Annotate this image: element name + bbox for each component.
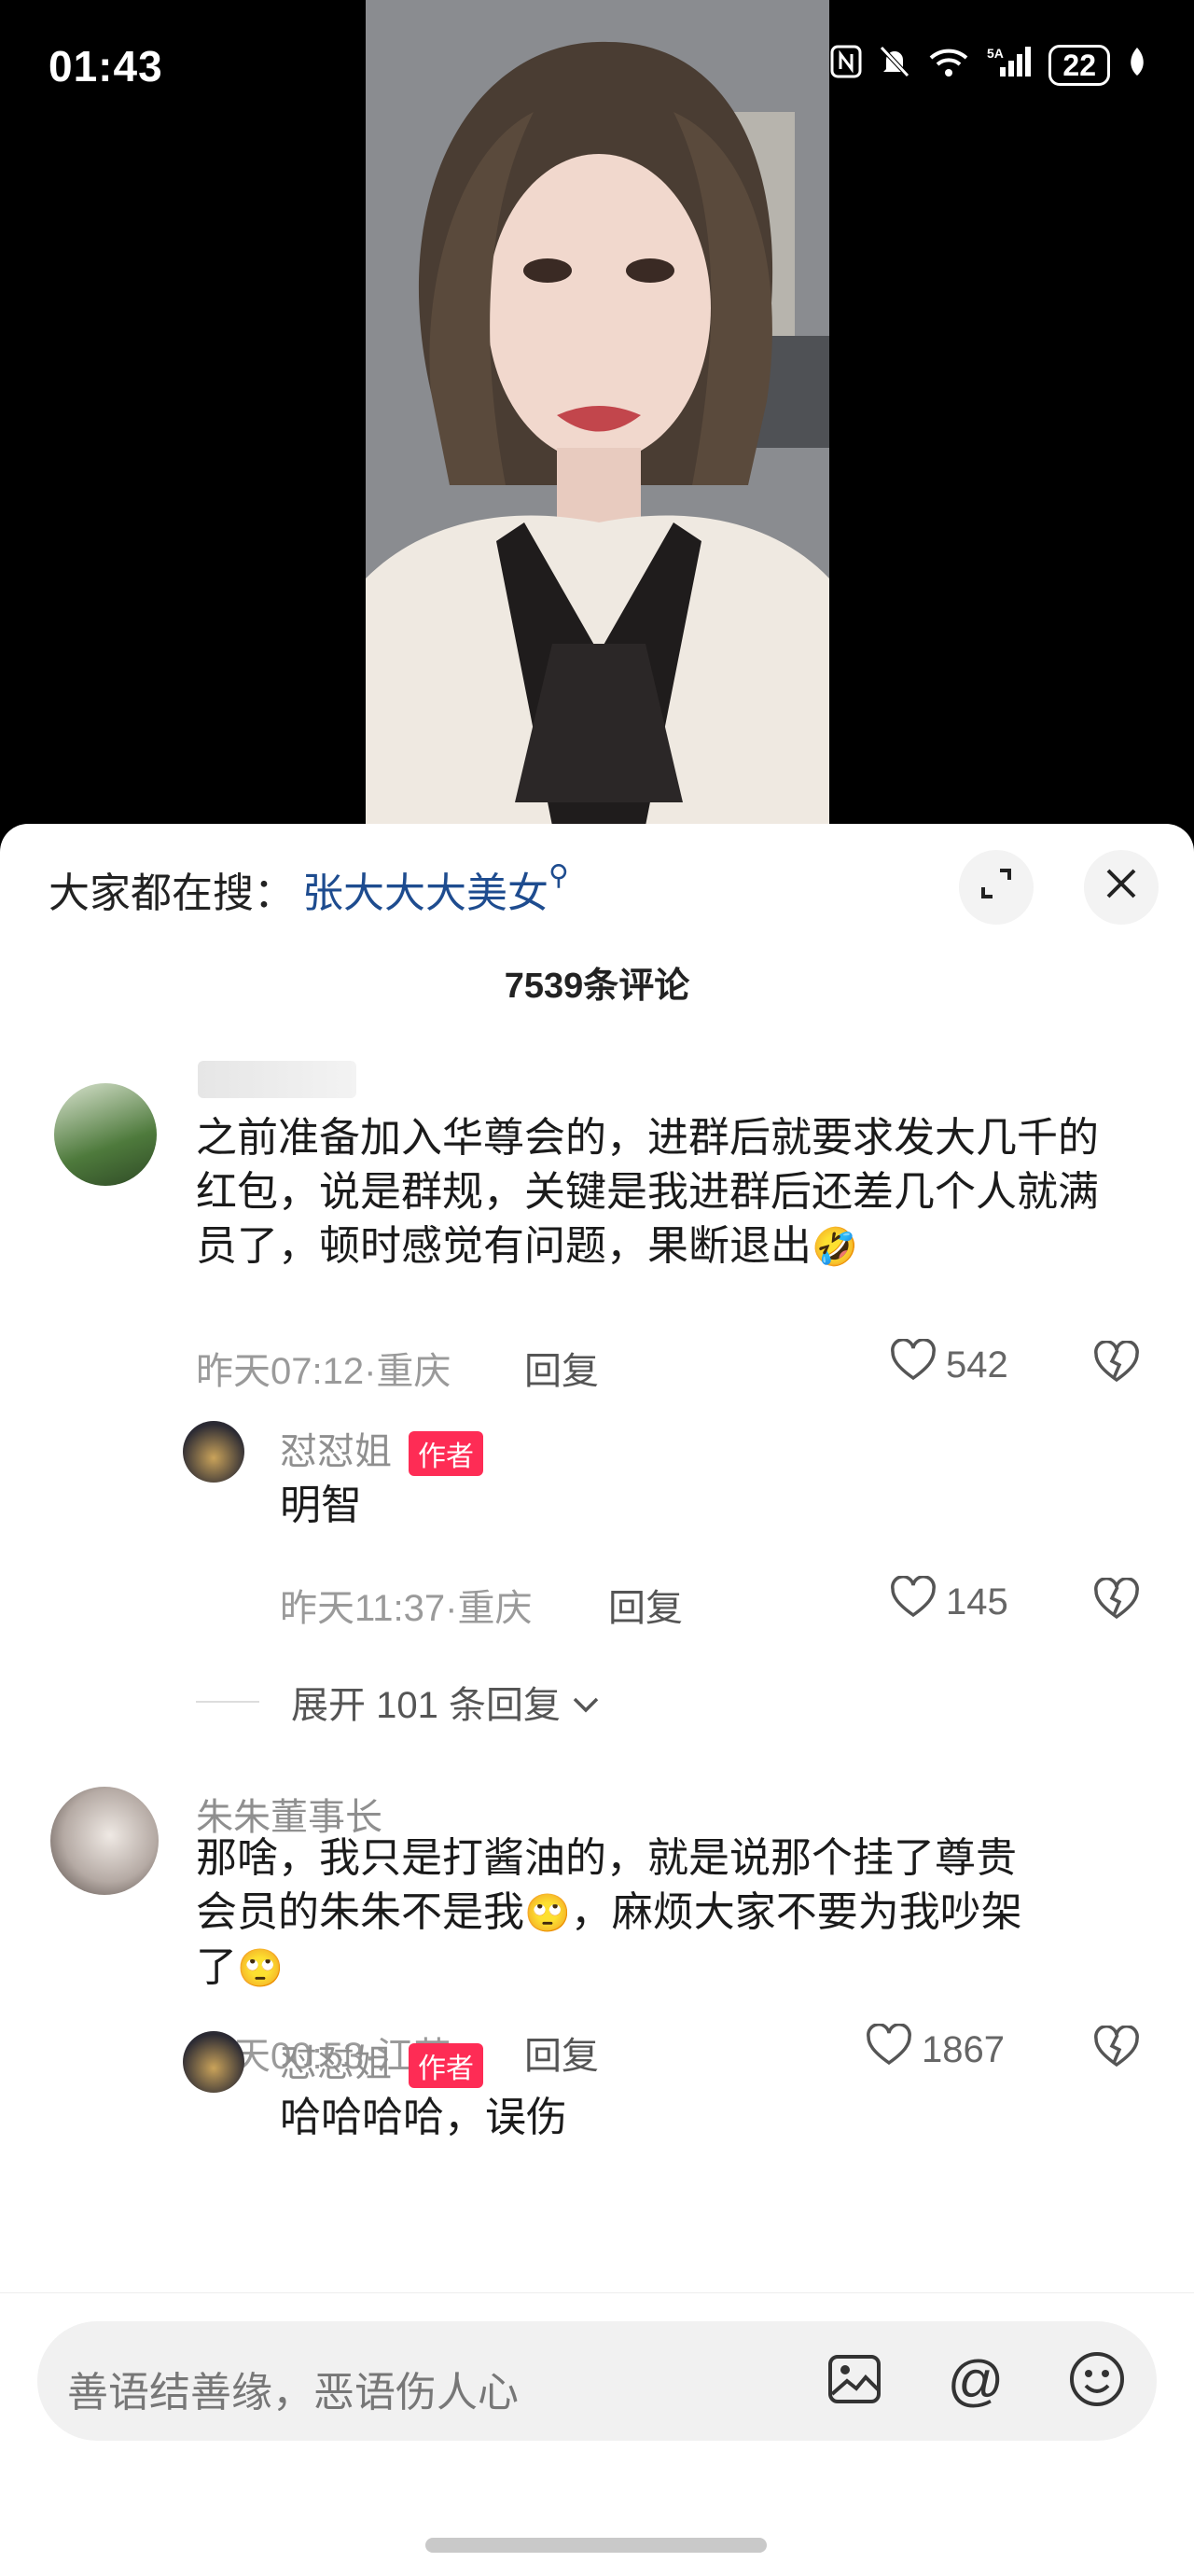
- mention-button[interactable]: @: [938, 2344, 1013, 2418]
- heart-icon: [890, 1338, 937, 1391]
- close-icon: [1103, 862, 1140, 912]
- emoji-button[interactable]: [1060, 2344, 1134, 2418]
- chevron-down-icon: [572, 1681, 600, 1723]
- comment-count: 7539条评论: [504, 967, 690, 1006]
- rolling-eyes-emoji-icon: 🙄: [524, 1893, 571, 1934]
- search-prefix: 大家都在搜：: [49, 870, 295, 916]
- avatar[interactable]: [183, 2031, 244, 2093]
- rolling-eyes-emoji-icon: 🙄: [237, 1948, 284, 1989]
- svg-text:5A: 5A: [987, 46, 1004, 61]
- dislike-button[interactable]: [1093, 2025, 1140, 2073]
- avatar[interactable]: [183, 1421, 244, 1483]
- at-icon: @: [947, 2349, 1005, 2412]
- username-blurred[interactable]: [198, 1061, 356, 1098]
- reply-username[interactable]: 怼怼姐 作者: [280, 2033, 483, 2089]
- heart-icon: [866, 2023, 912, 2076]
- divider-line: [196, 1701, 259, 1703]
- search-suggestion[interactable]: 大家都在搜： 张大大大美女⚲: [49, 859, 569, 919]
- wifi-icon: [927, 45, 970, 86]
- reply-username[interactable]: 怼怼姐 作者: [280, 1421, 483, 1477]
- search-icon: ⚲: [548, 860, 569, 891]
- like-count: 145: [946, 1580, 1008, 1622]
- like-button[interactable]: 1867: [866, 2023, 1005, 2076]
- image-button[interactable]: [817, 2344, 892, 2418]
- like-button[interactable]: 542: [890, 1338, 1008, 1391]
- emoji-icon: [1068, 2350, 1126, 2413]
- image-icon: [826, 2353, 882, 2410]
- reply-button[interactable]: 回复: [524, 2026, 599, 2080]
- battery-indicator: 22: [1048, 45, 1110, 86]
- reply-button[interactable]: 回复: [608, 1578, 683, 1632]
- avatar[interactable]: [54, 1083, 157, 1186]
- comment-text: 那啥，我只是打酱油的，就是说那个挂了尊贵 会员的朱朱不是我🙄，麻烦大家不要为我吵…: [196, 1831, 1129, 1996]
- broken-heart-icon: [1093, 1340, 1140, 1387]
- nfc-icon: [830, 45, 862, 86]
- comment-time-location: 昨天07:12·重庆: [196, 1351, 451, 1392]
- home-indicator[interactable]: [425, 2538, 767, 2553]
- comment-input-placeholder: 善语结善缘，恶语伤人心: [67, 2370, 519, 2416]
- comments-panel: 大家都在搜： 张大大大美女⚲ 7539条评论 之前准备加入华尊会的，进群后就要求发…: [0, 824, 1194, 2576]
- status-icons: 5A 22: [830, 45, 1147, 86]
- reply-time-location: 昨天11:37·重庆: [280, 1588, 533, 1629]
- expand-replies-label: 展开 101 条回复: [291, 1685, 561, 1726]
- reply-button[interactable]: 回复: [524, 1341, 599, 1395]
- broken-heart-icon: [1093, 2025, 1140, 2072]
- author-badge: 作者: [409, 2043, 483, 2089]
- comment-text: 之前准备加入华尊会的，进群后就要求发大几千的红包，说是群规，关键是我进群后还差几…: [196, 1111, 1129, 1274]
- reply-text: 明智: [280, 1483, 362, 1528]
- dislike-button[interactable]: [1093, 1577, 1140, 1625]
- laughing-emoji-icon: 🤣: [812, 1227, 858, 1268]
- reply-text: 哈哈哈哈，误伤: [280, 2095, 567, 2140]
- search-term-link[interactable]: 张大大大美女: [302, 870, 548, 916]
- author-badge: 作者: [409, 1431, 483, 1477]
- expand-icon: [978, 862, 1015, 912]
- broken-heart-icon: [1093, 1577, 1140, 1624]
- close-button[interactable]: [1084, 850, 1159, 925]
- signal-icon: 5A: [987, 45, 1032, 86]
- comment-input-bar: 善语结善缘，恶语伤人心 @: [0, 2292, 1194, 2576]
- comment-input[interactable]: 善语结善缘，恶语伤人心 @: [37, 2321, 1157, 2441]
- leaf-icon: [1127, 46, 1147, 85]
- expand-replies-button[interactable]: 展开 101 条回复: [196, 1675, 600, 1729]
- expand-button[interactable]: [959, 850, 1034, 925]
- mute-bell-icon: [879, 45, 910, 86]
- video-player[interactable]: [366, 0, 829, 826]
- like-button[interactable]: 145: [890, 1575, 1008, 1628]
- status-time: 01:43: [49, 42, 163, 91]
- dislike-button[interactable]: [1093, 1340, 1140, 1388]
- like-count: 1867: [922, 2028, 1005, 2070]
- like-count: 542: [946, 1344, 1008, 1385]
- heart-icon: [890, 1575, 937, 1628]
- avatar[interactable]: [50, 1787, 159, 1895]
